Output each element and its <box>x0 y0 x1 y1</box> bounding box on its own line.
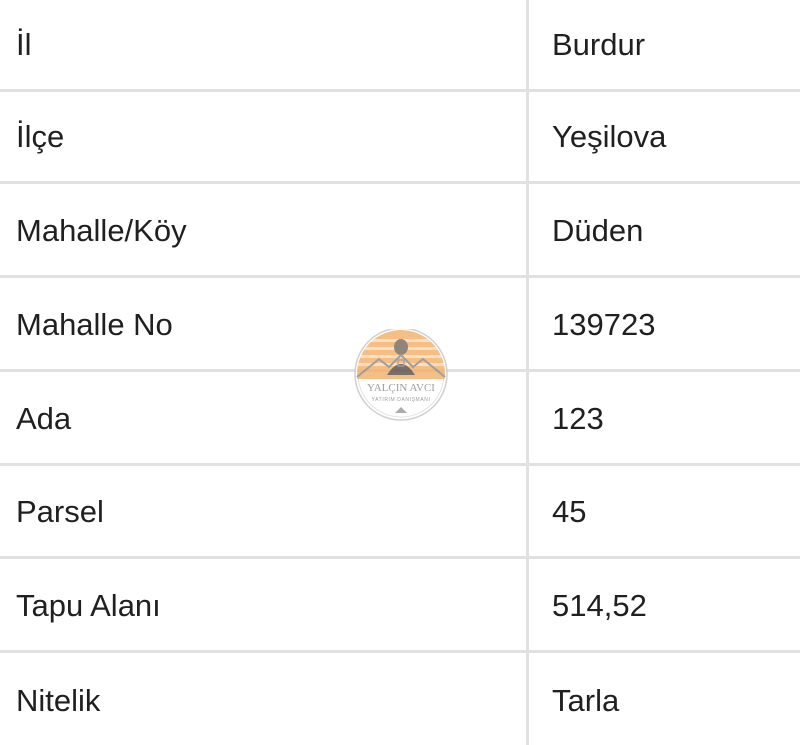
row-value: Burdur <box>552 27 646 62</box>
table-row: Parsel 45 <box>0 467 800 559</box>
row-value: 123 <box>552 401 604 436</box>
table-row: İl Burdur <box>0 0 800 92</box>
row-value: Tarla <box>552 682 620 718</box>
row-label: İl <box>16 27 32 62</box>
table-row: Nitelik Tarla <box>0 655 800 745</box>
row-value: Yeşilova <box>552 119 667 154</box>
row-label: İlçe <box>16 119 65 154</box>
row-label: Mahalle/Köy <box>16 213 187 248</box>
row-label: Tapu Alanı <box>16 588 161 623</box>
row-label: Nitelik <box>16 682 101 718</box>
row-label: Parsel <box>16 494 104 529</box>
column-divider <box>526 0 529 745</box>
watermark-logo: YALÇIN AVCI YATIRIM DANIŞMANI <box>354 329 448 421</box>
row-value: Düden <box>552 213 644 248</box>
row-value: 514,52 <box>552 588 647 623</box>
table-row: İlçe Yeşilova <box>0 92 800 184</box>
logo-name: YALÇIN AVCI <box>367 382 435 394</box>
table-row: Tapu Alanı 514,52 <box>0 561 800 653</box>
logo-tagline: YATIRIM DANIŞMANI <box>372 397 431 403</box>
row-value: 139723 <box>552 307 656 342</box>
table-row: Mahalle/Köy Düden <box>0 186 800 278</box>
row-value: 45 <box>552 494 587 529</box>
